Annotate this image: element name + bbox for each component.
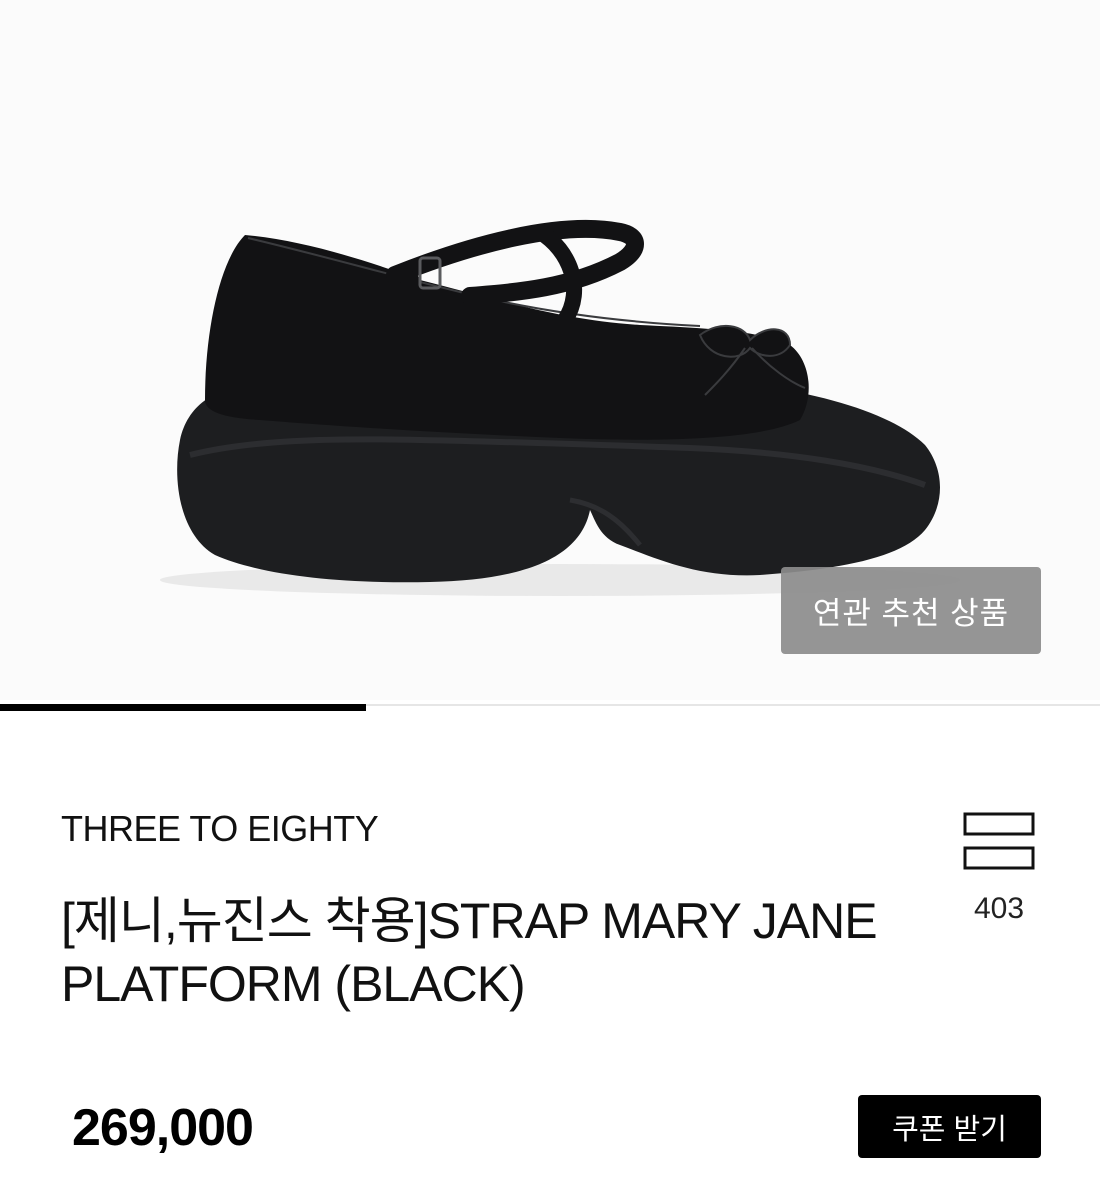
brand-name[interactable]: THREE TO EIGHTY [61,808,379,850]
image-progress-indicator [0,704,366,711]
product-price: 269,000 [72,1099,254,1157]
product-title: [제니,뉴진스 착용]STRAP MARY JANE PLATFORM (BLA… [61,893,878,1012]
get-coupon-button[interactable]: 쿠폰 받기 [858,1095,1041,1158]
like-count: 403 [973,892,1025,925]
related-products-button[interactable]: 연관 추천 상품 [781,567,1041,654]
product-image-area[interactable]: 연관 추천 상품 [0,0,1100,700]
stack-icon [963,812,1035,870]
product-detail-page: 연관 추천 상품 THREE TO EIGHTY [제니,뉴진스 착용]STRA… [0,0,1100,1200]
like-button[interactable]: 403 [955,812,1043,926]
